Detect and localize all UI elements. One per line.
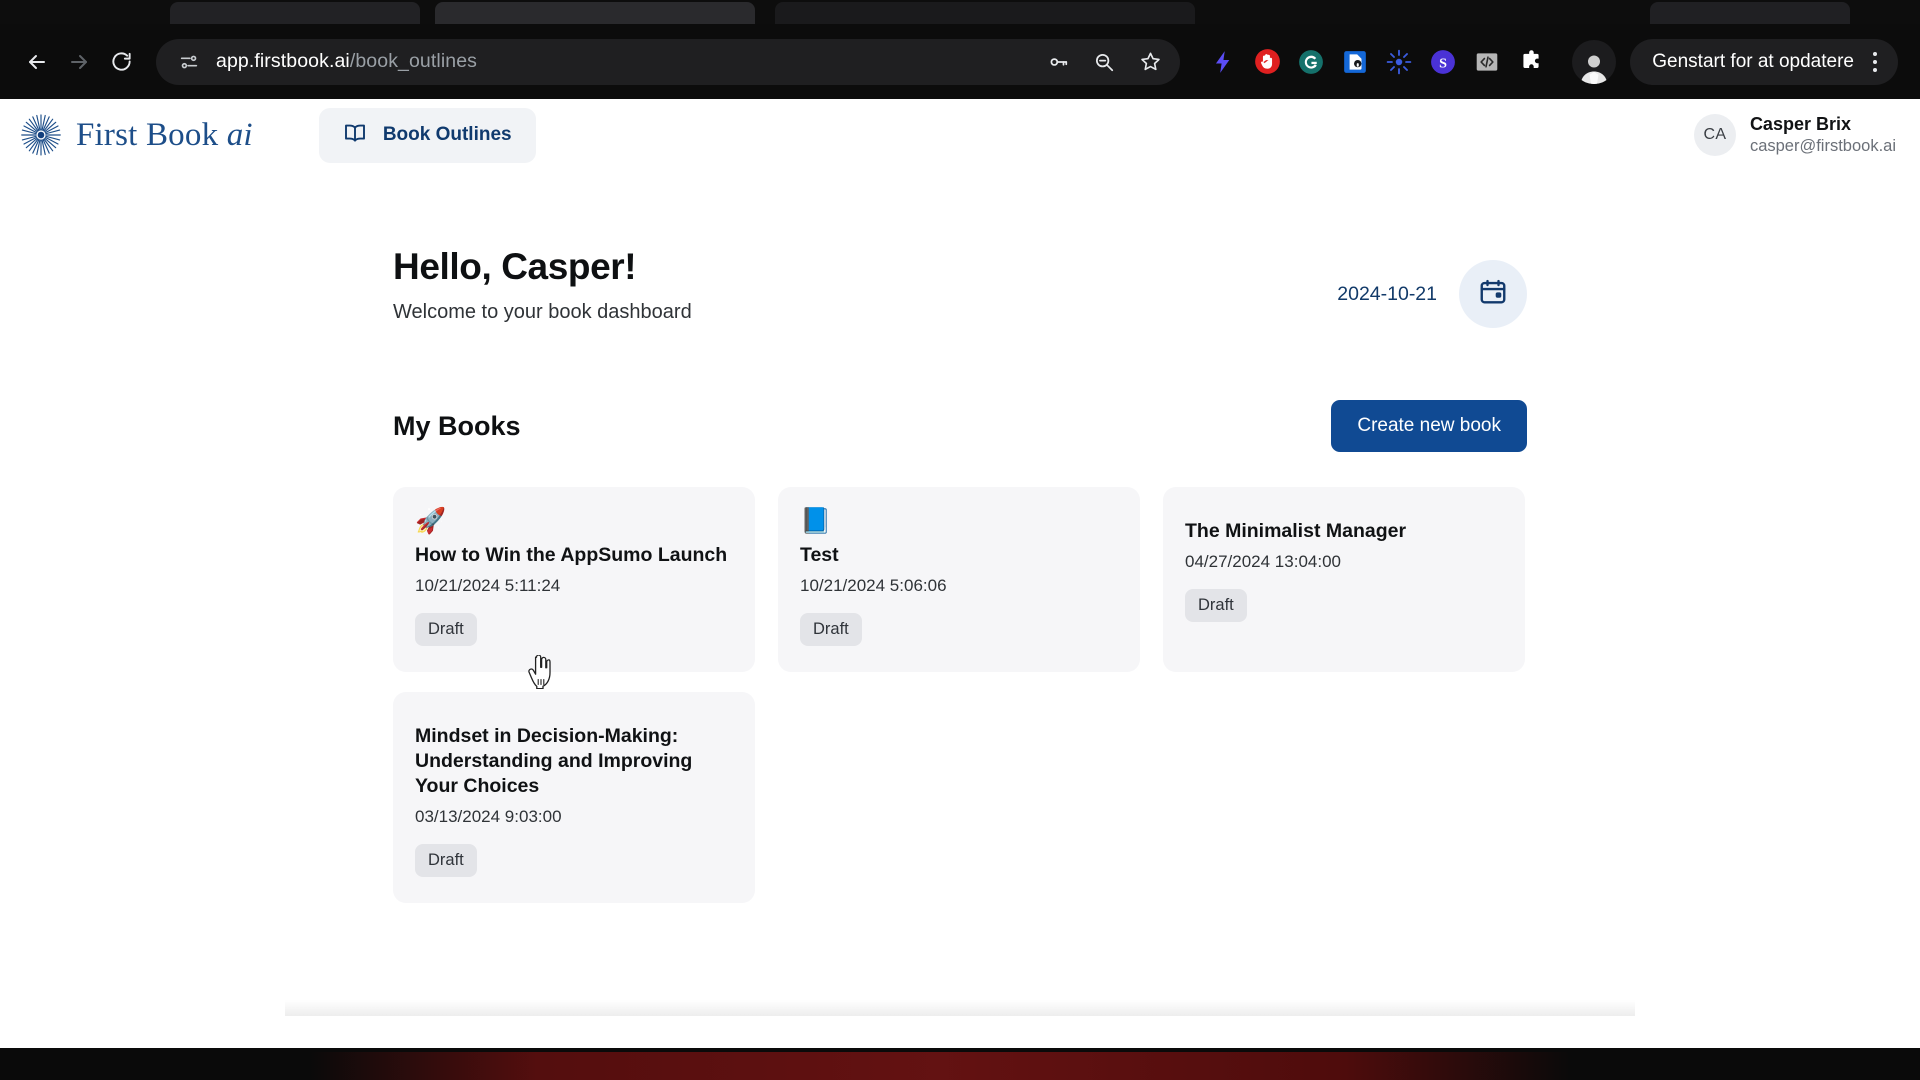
page-bottom-shadow <box>285 1000 1635 1016</box>
create-new-book-button[interactable]: Create new book <box>1331 400 1527 452</box>
password-key-icon[interactable] <box>1038 42 1078 82</box>
book-card[interactable]: 📘 Test 10/21/2024 5:06:06 Draft <box>778 487 1140 672</box>
current-date: 2024-10-21 <box>1337 282 1437 305</box>
browser-tab[interactable] <box>1650 2 1850 24</box>
book-date: 10/21/2024 5:06:06 <box>800 575 947 595</box>
open-book-icon <box>343 121 367 150</box>
browser-tabstrip[interactable] <box>0 0 1920 24</box>
user-email: casper@firstbook.ai <box>1749 136 1896 155</box>
forward-button[interactable] <box>58 41 100 83</box>
adblock-stop-hand-icon[interactable] <box>1250 45 1284 79</box>
brand-logo[interactable]: First Book ai <box>18 112 253 158</box>
book-card[interactable]: The Minimalist Manager 04/27/2024 13:04:… <box>1163 487 1525 672</box>
grammarly-g-icon[interactable] <box>1294 45 1328 79</box>
books-grid: 🚀 How to Win the AppSumo Launch 10/21/20… <box>393 487 1527 903</box>
user-info: Casper Brix casper@firstbook.ai <box>1750 113 1896 158</box>
user-profile[interactable]: CA Casper Brix casper@firstbook.ai <box>1693 113 1896 158</box>
brand-name-primary: First Book <box>76 116 227 153</box>
rocket-emoji: 🚀 <box>415 507 447 535</box>
book-title: Mindset in Decision-Making: Understandin… <box>415 724 693 797</box>
status-badge: Draft <box>800 612 862 646</box>
dashboard-content: Hello, Casper! Welcome to your book dash… <box>393 171 1527 903</box>
greeting-row: Hello, Casper! Welcome to your book dash… <box>393 246 1527 328</box>
status-badge: Draft <box>415 612 477 646</box>
extension-icons: S <box>1206 45 1548 79</box>
avatar: CA <box>1693 113 1736 156</box>
browser-profile-zone: Genstart for at opdatere <box>1572 38 1904 85</box>
zoom-out-icon[interactable] <box>1084 42 1124 82</box>
book-date: 03/13/2024 9:03:00 <box>415 806 562 826</box>
url-text[interactable]: app.firstbook.ai/book_outlines <box>216 50 1038 73</box>
browser-tab-active[interactable] <box>435 2 755 24</box>
password-manager-shield-icon[interactable] <box>1338 45 1372 79</box>
page-viewport: First Book ai Book Outlines CA Casper Br… <box>0 99 1920 1048</box>
page-subtitle: Welcome to your book dashboard <box>393 301 692 323</box>
address-bar[interactable]: app.firstbook.ai/book_outlines <box>156 38 1180 85</box>
sidebar-item-book-outlines[interactable]: Book Outlines <box>318 107 536 163</box>
restart-to-update-label: Genstart for at opdatere <box>1652 50 1854 72</box>
extensions-puzzle-icon[interactable] <box>1514 45 1548 79</box>
user-name: Casper Brix <box>1749 113 1851 134</box>
brand-name: First Book ai <box>76 117 253 154</box>
calendar-icon <box>1478 277 1508 312</box>
taskbar-highlight <box>310 1052 1570 1080</box>
status-badge: Draft <box>415 843 477 877</box>
sunburst-sparkle-icon[interactable] <box>1382 45 1416 79</box>
blue-book-emoji: 📘 <box>800 507 832 535</box>
sunburst-logo-icon <box>18 112 64 158</box>
calendar-button[interactable] <box>1459 260 1527 328</box>
s-circle-icon[interactable]: S <box>1426 45 1460 79</box>
date-widget[interactable]: 2024-10-21 <box>1337 246 1527 328</box>
book-date: 04/27/2024 13:04:00 <box>1185 551 1341 571</box>
book-date: 10/21/2024 5:11:24 <box>415 575 561 595</box>
lightning-bolt-icon[interactable] <box>1206 45 1240 79</box>
arrow-left-icon <box>25 50 49 74</box>
url-domain: app.firstbook.ai <box>216 50 350 72</box>
brand-name-italic: ai <box>226 116 253 153</box>
reload-icon <box>110 50 133 73</box>
book-card[interactable]: 🚀 How to Win the AppSumo Launch 10/21/20… <box>393 487 755 672</box>
restart-to-update-button[interactable]: Genstart for at opdatere <box>1630 38 1898 85</box>
book-title: The Minimalist Manager <box>1185 520 1407 542</box>
kebab-menu-icon[interactable] <box>1862 51 1888 72</box>
svg-text:S: S <box>1439 55 1447 71</box>
browser-window: app.firstbook.ai/book_outlines S Genstar… <box>0 0 1920 1080</box>
chrome-profile-avatar[interactable] <box>1572 39 1617 84</box>
taskbar-strip <box>0 1048 1920 1080</box>
bookmark-star-icon[interactable] <box>1130 42 1170 82</box>
browser-tab[interactable] <box>775 2 1195 24</box>
url-path: /book_outlines <box>349 50 478 72</box>
browser-toolbar: app.firstbook.ai/book_outlines S Genstar… <box>0 24 1920 99</box>
section-title: My Books <box>393 410 521 441</box>
code-brackets-icon[interactable] <box>1470 45 1504 79</box>
greeting-block: Hello, Casper! Welcome to your book dash… <box>393 246 1337 324</box>
book-title: How to Win the AppSumo Launch <box>415 544 728 566</box>
app-header: First Book ai Book Outlines CA Casper Br… <box>0 99 1920 171</box>
back-button[interactable] <box>16 41 58 83</box>
page-title: Hello, Casper! <box>393 246 637 287</box>
sidebar-item-label: Book Outlines <box>382 124 512 145</box>
status-badge: Draft <box>1185 588 1247 622</box>
book-title: Test <box>800 544 839 566</box>
browser-tab[interactable] <box>170 2 420 24</box>
arrow-right-icon <box>67 50 91 74</box>
site-settings-icon[interactable] <box>174 47 204 77</box>
omnibox-actions <box>1038 42 1170 82</box>
dashboard-main: Hello, Casper! Welcome to your book dash… <box>0 171 1920 903</box>
book-card[interactable]: Mindset in Decision-Making: Understandin… <box>393 691 755 903</box>
books-section-header: My Books Create new book <box>393 400 1527 452</box>
reload-button[interactable] <box>100 41 142 83</box>
